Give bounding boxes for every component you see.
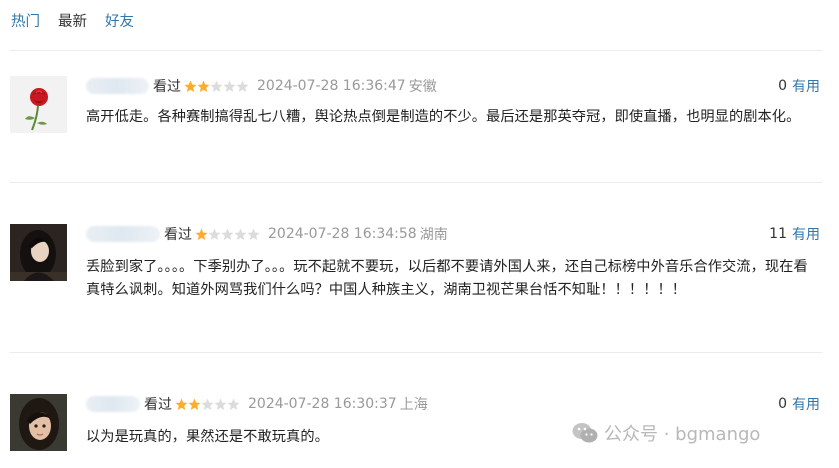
useful-button[interactable]: 有用 [792, 224, 820, 244]
tab-hot[interactable]: 热门 [11, 10, 40, 31]
tab-friends[interactable]: 好友 [105, 10, 134, 31]
comment-meta: 看过 2024-07-28 16:30:37 上海 [86, 394, 428, 414]
star-empty-icon [236, 80, 249, 92]
star-filled-icon [197, 80, 210, 92]
username-blurred[interactable] [86, 396, 140, 412]
comment-location: 上海 [399, 397, 428, 413]
comment-time: 2024-07-28 16:36:47 [257, 78, 406, 94]
comment-text: 高开低走。各种赛制搞得乱七八糟，舆论热点倒是制造的不少。最后还是那英夺冠，即使直… [86, 109, 801, 125]
wechat-icon [572, 423, 598, 443]
rating-stars [184, 80, 249, 93]
comment-meta: 看过 2024-07-28 16:34:58 湖南 [86, 224, 448, 244]
comment-meta: 看过 2024-07-28 16:36:47 安徽 [86, 76, 437, 96]
watched-label: 看过 [164, 227, 192, 243]
tab-latest[interactable]: 最新 [58, 10, 87, 31]
comment-time: 2024-07-28 16:34:58 [268, 226, 417, 242]
comment-location: 安徽 [408, 79, 437, 95]
star-filled-icon [184, 80, 197, 92]
useful-button[interactable]: 有用 [792, 76, 820, 96]
star-empty-icon [210, 80, 223, 92]
star-empty-icon [208, 228, 221, 240]
useful-count: 11 [769, 226, 787, 242]
comment-time: 2024-07-28 16:30:37 [248, 396, 397, 412]
comment-text: 丢脸到家了。。。。下季别办了。。。玩不起就不要玩，以后都不要请外国人来，还自己标… [86, 259, 808, 298]
divider [10, 50, 822, 51]
avatar[interactable] [10, 394, 67, 451]
useful-button[interactable]: 有用 [792, 394, 820, 414]
watched-label: 看过 [144, 397, 172, 413]
star-filled-icon [188, 398, 201, 410]
person-avatar-icon [10, 224, 67, 281]
avatar[interactable] [10, 76, 67, 133]
girl-avatar-icon [10, 394, 67, 451]
watermark-text: 公众号 · bgmango [604, 424, 761, 445]
username-blurred[interactable] [86, 226, 160, 242]
username-blurred[interactable] [86, 78, 149, 94]
watermark: 公众号 · bgmango [572, 420, 760, 446]
divider [10, 182, 822, 183]
useful-count: 0 [778, 78, 787, 94]
divider [10, 352, 822, 353]
rose-avatar-icon [10, 76, 67, 133]
star-empty-icon [234, 228, 247, 240]
comment-location: 湖南 [419, 227, 448, 243]
comment-tabs: 热门 最新 好友 [11, 10, 134, 31]
rating-stars [195, 228, 260, 241]
useful-vote: 0 有用 [778, 394, 820, 414]
rating-stars [175, 398, 240, 411]
star-filled-icon [195, 228, 208, 240]
star-empty-icon [223, 80, 236, 92]
star-empty-icon [201, 398, 214, 410]
star-empty-icon [214, 398, 227, 410]
useful-vote: 0 有用 [778, 76, 820, 96]
avatar[interactable] [10, 224, 67, 281]
star-filled-icon [175, 398, 188, 410]
useful-count: 0 [778, 396, 787, 412]
comment-item: 看过 2024-07-28 16:36:47 安徽 0 有用 高开低走。各种赛制… [10, 76, 822, 166]
useful-vote: 11 有用 [769, 224, 820, 244]
star-empty-icon [227, 398, 240, 410]
comment-item: 看过 2024-07-28 16:34:58 湖南 11 有用 丢脸到家了。。。… [10, 224, 822, 334]
star-empty-icon [221, 228, 234, 240]
star-empty-icon [247, 228, 260, 240]
watched-label: 看过 [153, 79, 181, 95]
